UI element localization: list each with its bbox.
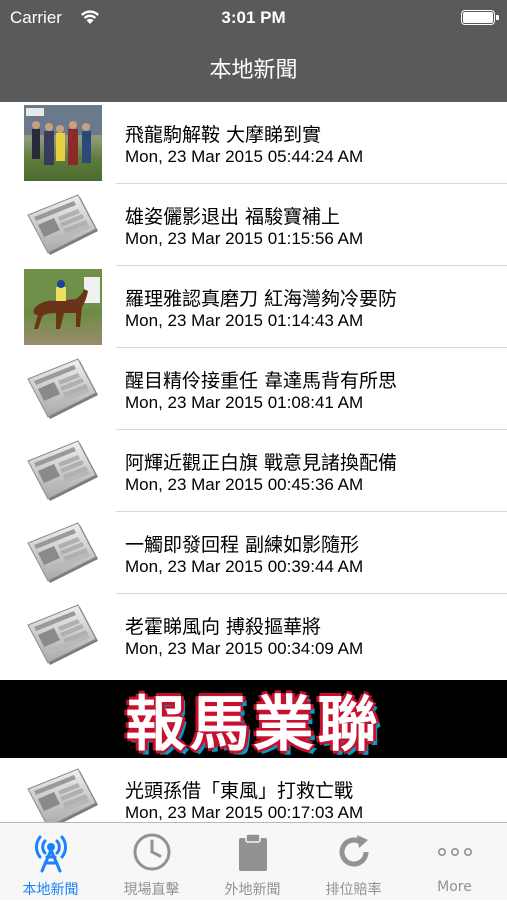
newspaper-icon <box>24 187 102 263</box>
antenna-icon <box>35 835 67 873</box>
news-title: 醒目精伶接重任 韋達馬背有所思 <box>125 370 398 392</box>
news-date: Mon, 23 Mar 2015 01:15:56 AM <box>125 229 364 248</box>
news-item[interactable]: 醒目精伶接重任 韋達馬背有所思 Mon, 23 Mar 2015 01:08:4… <box>0 348 507 430</box>
news-item[interactable]: 阿輝近觀正白旗 戰意見諸換配備 Mon, 23 Mar 2015 00:45:3… <box>0 430 507 512</box>
news-date: Mon, 23 Mar 2015 00:45:36 AM <box>125 475 364 494</box>
banner-text: 報馬業聯 <box>125 689 382 760</box>
clock-icon <box>133 833 171 871</box>
refresh-icon <box>339 835 369 867</box>
tab-bar: 本地新聞 現場直擊 外地新聞 排位賠率 More <box>0 822 507 900</box>
clipboard-icon <box>239 833 267 871</box>
news-title: 一觸即發回程 副練如影隨形 <box>125 534 360 556</box>
newspaper-icon <box>24 433 102 509</box>
navigation-bar: Carrier 3:01 PM 本地新聞 <box>0 0 507 102</box>
news-item[interactable]: 羅理雅認真磨刀 紅海灣夠冷要防 Mon, 23 Mar 2015 01:14:4… <box>0 266 507 348</box>
news-date: Mon, 23 Mar 2015 00:34:09 AM <box>125 639 364 658</box>
newspaper-icon <box>24 515 102 591</box>
news-photo <box>24 105 102 181</box>
news-title: 羅理雅認真磨刀 紅海灣夠冷要防 <box>125 288 398 310</box>
tab-more[interactable]: More <box>404 823 505 901</box>
tab-label: 外地新聞 <box>224 882 281 898</box>
news-item[interactable]: 一觸即發回程 副練如影隨形 Mon, 23 Mar 2015 00:39:44 … <box>0 512 507 594</box>
tab-local-news[interactable]: 本地新聞 <box>0 823 101 901</box>
news-title: 飛龍駒解鞍 大摩睇到實 <box>125 124 322 146</box>
news-item[interactable]: 雄姿儷影退出 福駿寶補上 Mon, 23 Mar 2015 01:15:56 A… <box>0 184 507 266</box>
tab-draw-odds[interactable]: 排位賠率 <box>303 823 404 901</box>
battery-icon <box>461 10 499 25</box>
news-date: Mon, 23 Mar 2015 00:39:44 AM <box>125 557 364 576</box>
status-bar: Carrier 3:01 PM <box>0 0 507 36</box>
news-date: Mon, 23 Mar 2015 01:14:43 AM <box>125 311 364 330</box>
more-icon <box>438 847 472 856</box>
news-item[interactable]: 飛龍駒解鞍 大摩睇到實 Mon, 23 Mar 2015 05:44:24 AM <box>0 102 507 184</box>
clock-time: 3:01 PM <box>221 8 286 27</box>
tab-label: 本地新聞 <box>22 882 79 898</box>
newspaper-icon <box>24 351 102 427</box>
tab-live[interactable]: 現場直擊 <box>101 823 202 901</box>
news-date: Mon, 23 Mar 2015 01:08:41 AM <box>125 393 364 412</box>
tab-label: 排位賠率 <box>325 882 382 898</box>
page-title: 本地新聞 <box>209 58 298 83</box>
news-item[interactable]: 老霍睇風向 搏殺摳華將 Mon, 23 Mar 2015 00:34:09 AM <box>0 594 507 676</box>
news-title: 阿輝近觀正白旗 戰意見諸換配備 <box>125 452 398 474</box>
news-date: Mon, 23 Mar 2015 05:44:24 AM <box>125 147 364 166</box>
tab-label: More <box>437 879 472 895</box>
news-photo <box>24 269 102 345</box>
news-date: Mon, 23 Mar 2015 00:17:03 AM <box>125 803 364 822</box>
newspaper-icon <box>24 597 102 673</box>
news-title: 雄姿儷影退出 福駿寶補上 <box>125 206 341 228</box>
news-title: 老霍睇風向 搏殺摳華將 <box>125 616 322 638</box>
tab-label: 現場直擊 <box>123 882 180 898</box>
advert-banner[interactable]: 報馬業聯 <box>0 680 507 760</box>
news-title: 光頭孫借「東風」打救亡戰 <box>125 780 354 802</box>
tab-overseas-news[interactable]: 外地新聞 <box>202 823 303 901</box>
